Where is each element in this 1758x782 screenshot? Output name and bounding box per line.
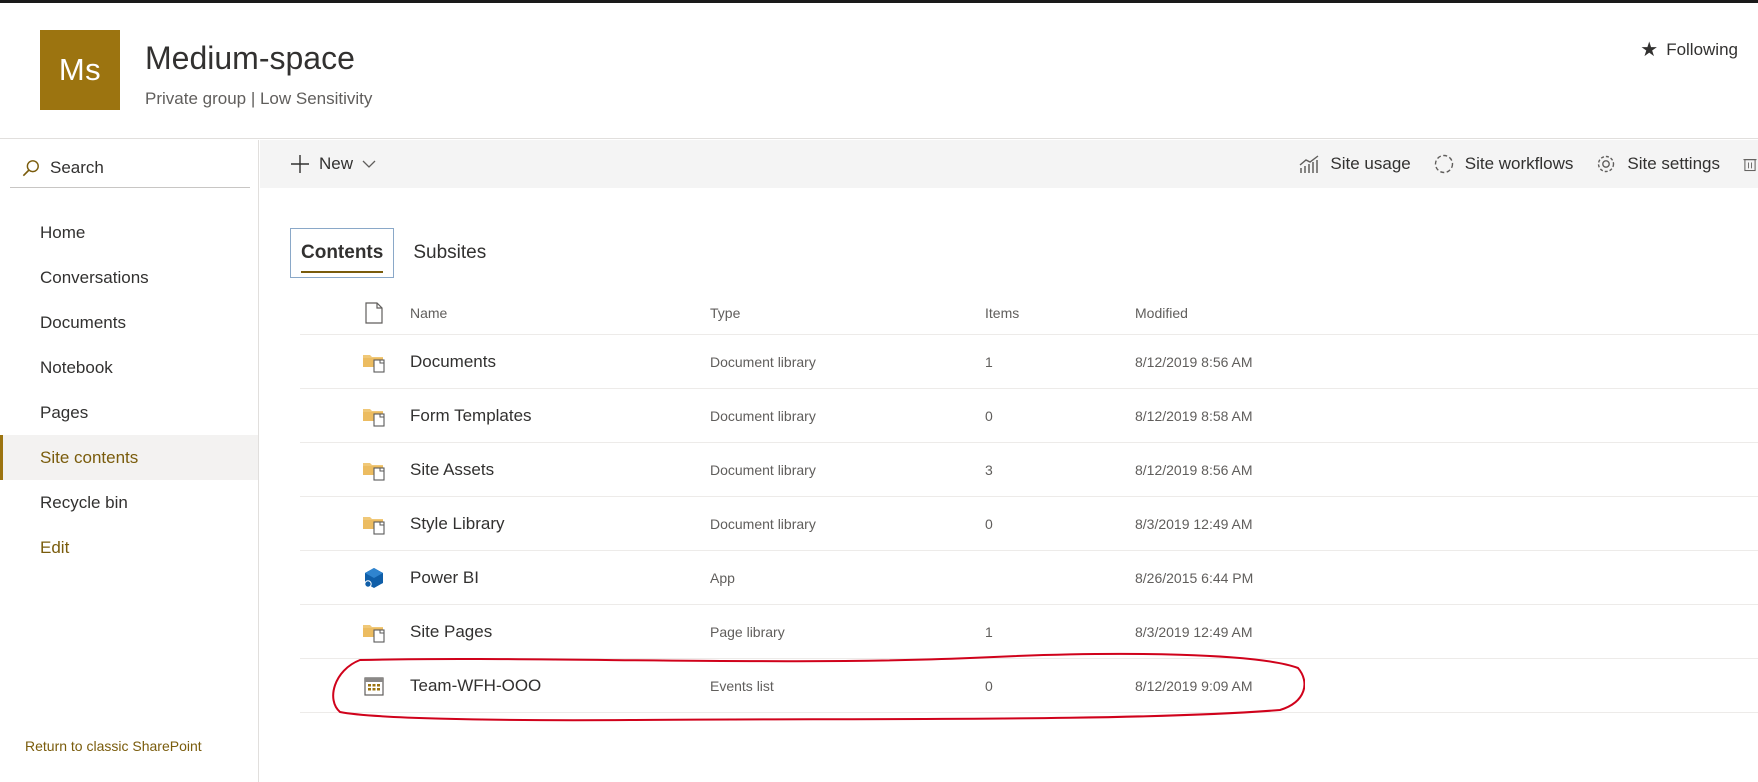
gear-icon (1598, 155, 1615, 173)
column-header-modified[interactable]: Modified (1135, 305, 1188, 321)
command-bar-right: Site usage Site workflows Site settings (1298, 140, 1758, 188)
document-library-icon (362, 620, 386, 644)
nav-item-home[interactable]: Home (0, 210, 258, 255)
row-modified: 8/12/2019 8:56 AM (1135, 353, 1253, 370)
return-to-classic-link[interactable]: Return to classic SharePoint (25, 738, 202, 754)
site-usage-icon (1299, 155, 1319, 173)
row-modified: 8/3/2019 12:49 AM (1135, 515, 1253, 532)
row-modified: 8/26/2015 6:44 PM (1135, 569, 1254, 586)
tab-subsites[interactable]: Subsites (402, 228, 497, 278)
row-name-link[interactable]: Team-WFH-OOO (410, 676, 541, 696)
row-type: App (710, 569, 735, 586)
nav-edit-link[interactable]: Edit (0, 525, 258, 570)
workflow-icon (1434, 154, 1453, 174)
recycle-bin-command-button[interactable] (1742, 153, 1758, 175)
star-icon: ★ (1640, 39, 1659, 61)
site-usage-button[interactable]: Site usage (1298, 153, 1411, 175)
document-library-icon (362, 350, 386, 374)
row-modified: 8/12/2019 8:56 AM (1135, 461, 1253, 478)
following-button[interactable]: ★ Following (1640, 37, 1738, 62)
row-name-link[interactable]: Power BI (410, 568, 479, 588)
row-items-count: 3 (985, 461, 993, 478)
tab-contents[interactable]: Contents (290, 228, 395, 278)
row-items-count: 0 (985, 407, 993, 424)
new-label: New (319, 154, 354, 173)
row-name-link[interactable]: Form Templates (410, 406, 532, 426)
row-modified: 8/12/2019 9:09 AM (1135, 677, 1253, 694)
row-items-count: 0 (985, 515, 993, 532)
site-usage-label: Site usage (1330, 154, 1411, 173)
table-row[interactable]: Documents Document library 1 8/12/2019 8:56… (300, 335, 1758, 389)
row-items-count: 1 (985, 623, 993, 640)
table-row[interactable]: Team-WFH-OOO Events list 0 8/12/2019 9:09 A… (300, 659, 1758, 713)
search-box[interactable]: Search (10, 148, 250, 188)
site-contents-list: Name Type Items Modified Documents Docume… (300, 292, 1758, 713)
row-name-link[interactable]: Site Pages (410, 622, 492, 642)
nav-item-pages[interactable]: Pages (0, 390, 258, 435)
row-type: Page library (710, 623, 785, 640)
command-bar: New Site usage Site workflows Site setti… (260, 140, 1758, 188)
column-header-name[interactable]: Name (410, 305, 447, 321)
row-type: Events list (710, 677, 774, 694)
document-library-icon (362, 458, 386, 482)
document-library-icon (362, 512, 386, 536)
plus-icon (291, 155, 309, 173)
search-label: Search (50, 157, 104, 177)
file-type-icon (365, 302, 383, 324)
nav-list: Home Conversations Documents Notebook Pa… (0, 210, 258, 570)
site-settings-label: Site settings (1627, 154, 1720, 173)
table-row[interactable]: Style Library Document library 0 8/3/2019 1… (300, 497, 1758, 551)
table-row[interactable]: Site Assets Document library 3 8/12/2019 8:… (300, 443, 1758, 497)
new-button[interactable]: New (290, 140, 376, 188)
document-library-icon (362, 404, 386, 428)
nav-item-notebook[interactable]: Notebook (0, 345, 258, 390)
table-row[interactable]: Site Pages Page library 1 8/3/2019 12:49 AM (300, 605, 1758, 659)
column-header-items[interactable]: Items (985, 305, 1019, 321)
nav-item-site-contents[interactable]: Site contents (0, 435, 258, 480)
row-modified: 8/3/2019 12:49 AM (1135, 623, 1253, 640)
table-row[interactable]: Form Templates Document library 0 8/12/2019… (300, 389, 1758, 443)
row-name-link[interactable]: Site Assets (410, 460, 494, 480)
chevron-down-icon (362, 160, 376, 168)
row-type: Document library (710, 515, 816, 532)
row-modified: 8/12/2019 8:58 AM (1135, 407, 1253, 424)
row-items-count: 0 (985, 677, 993, 694)
app-icon (362, 566, 386, 590)
row-type: Document library (710, 461, 816, 478)
nav-item-recycle-bin[interactable]: Recycle bin (0, 480, 258, 525)
site-logo[interactable]: Ms (40, 30, 120, 110)
column-header-type[interactable]: Type (710, 305, 740, 321)
nav-item-documents[interactable]: Documents (0, 300, 258, 345)
site-workflows-label: Site workflows (1464, 154, 1574, 173)
row-items-count: 1 (985, 353, 993, 370)
site-settings-button[interactable]: Site settings (1595, 153, 1720, 175)
table-row[interactable]: Power BI App 8/26/2015 6:44 PM (300, 551, 1758, 605)
pivot-tabs: Contents Subsites (290, 228, 497, 278)
events-list-icon (362, 674, 386, 698)
row-name-link[interactable]: Style Library (410, 514, 504, 534)
trash-icon (1743, 159, 1757, 172)
row-type: Document library (710, 407, 816, 424)
list-header: Name Type Items Modified (300, 292, 1758, 335)
following-label: Following (1666, 39, 1738, 59)
row-type: Document library (710, 353, 816, 370)
search-icon (22, 159, 39, 176)
row-name-link[interactable]: Documents (410, 352, 496, 372)
nav-item-conversations[interactable]: Conversations (0, 255, 258, 300)
site-workflows-button[interactable]: Site workflows (1433, 153, 1574, 175)
left-navigation: Search Home Conversations Documents Note… (0, 140, 259, 782)
site-subtitle: Private group | Low Sensitivity (145, 89, 373, 108)
site-title[interactable]: Medium-space (145, 40, 355, 77)
site-header: Ms Medium-space Private group | Low Sens… (0, 3, 1758, 139)
file-type-column-header[interactable] (362, 301, 386, 325)
